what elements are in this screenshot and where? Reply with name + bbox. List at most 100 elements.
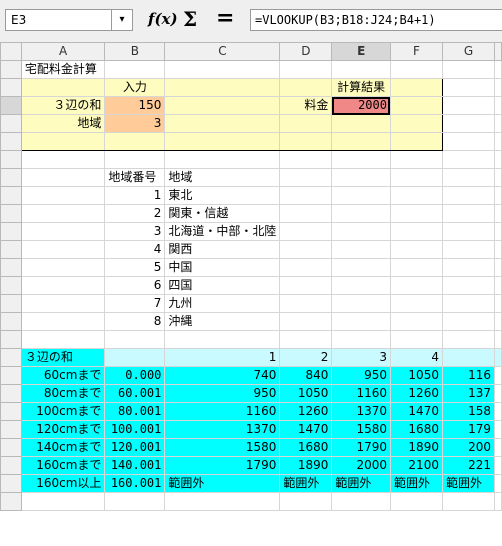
cell-A12[interactable] [20,258,106,277]
cell-D17[interactable]: 2 [279,348,333,367]
cell-H16[interactable] [494,330,502,349]
cell-F11[interactable] [389,240,443,259]
cell-G24[interactable]: 範囲外 [441,474,496,493]
cell-C19[interactable]: 950 [164,384,281,403]
cell-G7[interactable] [441,168,496,187]
cell-D3[interactable]: 料金 [279,96,333,115]
cell-G8[interactable] [441,186,496,205]
cell-H17[interactable] [494,348,502,367]
cell-H24[interactable] [494,474,502,493]
cell-E17[interactable]: 3 [331,348,391,367]
cell-D23[interactable]: 1890 [279,456,333,475]
row-header-10[interactable] [0,222,22,241]
cell-F23[interactable]: 2100 [389,456,443,475]
cell-C23[interactable]: 1790 [164,456,281,475]
cell-H12[interactable] [494,258,502,277]
name-box-value[interactable]: E3 [11,13,26,27]
cell-A13[interactable] [20,276,106,295]
row-header-8[interactable] [0,186,22,205]
cell-H19[interactable] [494,384,502,403]
cell-F8[interactable] [389,186,443,205]
cell-F2[interactable] [389,78,443,97]
cell-F24[interactable]: 範囲外 [389,474,443,493]
cell-F15[interactable] [389,312,443,331]
cell-C20[interactable]: 1160 [164,402,281,421]
cell-F7[interactable] [389,168,443,187]
cell-G14[interactable] [441,294,496,313]
row-header-16[interactable] [0,330,22,349]
cell-E6[interactable] [331,150,391,169]
cell-H20[interactable] [494,402,502,421]
cell-D5[interactable] [279,132,333,151]
cell-H10[interactable] [494,222,502,241]
cell-A7[interactable] [20,168,106,187]
cell-A2[interactable] [20,78,106,97]
cell-C16[interactable] [164,330,281,349]
cell-C24[interactable]: 範囲外 [164,474,281,493]
cell-H14[interactable] [494,294,502,313]
cell-H7[interactable] [494,168,502,187]
cell-A11[interactable] [20,240,106,259]
cell-E7[interactable] [331,168,391,187]
cell-F14[interactable] [389,294,443,313]
cell-A18[interactable]: 60cmまで [20,366,106,385]
cell-G21[interactable]: 179 [441,420,496,439]
cell-B9[interactable]: 2 [104,204,166,223]
cell-H8[interactable] [494,186,502,205]
cell-H1[interactable] [494,60,502,79]
row-header-3[interactable] [0,96,22,115]
cell-C3[interactable] [164,96,281,115]
cell-F17[interactable]: 4 [389,348,443,367]
column-header-D[interactable]: D [279,42,333,61]
cell-E8[interactable] [331,186,391,205]
cell-G12[interactable] [441,258,496,277]
formula-icon[interactable]: = [216,5,234,31]
cell-G6[interactable] [441,150,496,169]
cell-B5[interactable] [104,132,166,151]
cell-D20[interactable]: 1260 [279,402,333,421]
cell-H15[interactable] [494,312,502,331]
cell-D24[interactable]: 範囲外 [279,474,333,493]
cell-E16[interactable] [331,330,391,349]
cell-E18[interactable]: 950 [331,366,391,385]
cell-C18[interactable]: 740 [164,366,281,385]
cell-E4[interactable] [331,114,391,133]
cell-H5[interactable] [494,132,502,151]
select-all-corner[interactable] [0,42,22,61]
row-header-25[interactable] [0,492,22,511]
row-header-1[interactable] [0,60,22,79]
cell-F6[interactable] [389,150,443,169]
cell-G22[interactable]: 200 [441,438,496,457]
row-header-19[interactable] [0,384,22,403]
cell-G5[interactable] [441,132,496,151]
cell-E23[interactable]: 2000 [331,456,391,475]
cell-C8[interactable]: 東北 [164,186,281,205]
cell-F18[interactable]: 1050 [389,366,443,385]
cell-D15[interactable] [279,312,333,331]
cell-B13[interactable]: 6 [104,276,166,295]
cell-A23[interactable]: 160cmまで [20,456,106,475]
cell-E5[interactable] [331,132,391,151]
cell-A25[interactable] [20,492,106,511]
cell-B12[interactable]: 5 [104,258,166,277]
cell-B4[interactable]: 3 [104,114,166,133]
cell-C14[interactable]: 九州 [164,294,281,313]
cell-H6[interactable] [494,150,502,169]
cell-G16[interactable] [441,330,496,349]
cell-C6[interactable] [164,150,281,169]
cell-B23[interactable]: 140.001 [104,456,166,475]
row-header-2[interactable] [0,78,22,97]
cell-A10[interactable] [20,222,106,241]
row-header-20[interactable] [0,402,22,421]
name-box-dropdown-icon[interactable]: ▾ [111,10,132,30]
cell-F4[interactable] [389,114,443,133]
cell-C2[interactable] [164,78,281,97]
cell-E20[interactable]: 1370 [331,402,391,421]
cell-A8[interactable] [20,186,106,205]
cell-A15[interactable] [20,312,106,331]
column-header-F[interactable]: F [389,42,443,61]
cell-G17[interactable] [441,348,496,367]
cell-C13[interactable]: 四国 [164,276,281,295]
cell-C25[interactable] [164,492,281,511]
cell-B15[interactable]: 8 [104,312,166,331]
